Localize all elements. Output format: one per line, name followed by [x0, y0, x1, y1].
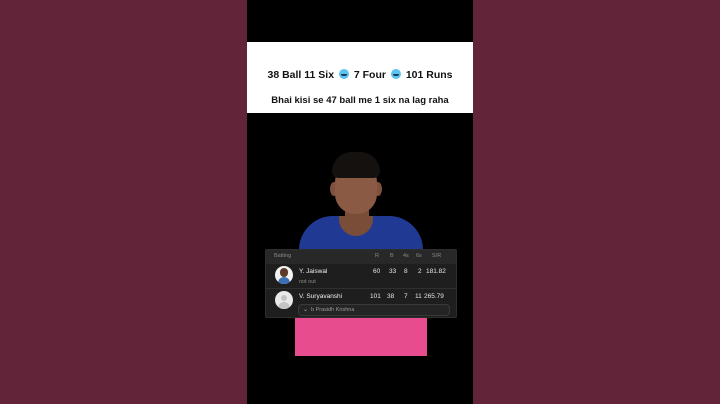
batter-runs: 60	[373, 268, 381, 275]
header-sixes: 6s	[416, 253, 422, 259]
chevron-down-icon: ⌄	[303, 307, 309, 313]
caption-fours: 7 Four	[353, 69, 386, 81]
header-batting: Batting	[274, 253, 292, 259]
batter-strike-rate: 265.79	[424, 293, 444, 300]
batter-balls: 33	[389, 268, 397, 275]
batter-status: not out	[299, 279, 316, 285]
batter-name: V. Suryavanshi	[299, 293, 343, 300]
batter-fours: 8	[404, 268, 408, 275]
caption-line-1: 38 Ball 11 Six 7 Four 101 Runs	[247, 69, 473, 81]
dismissal-text: b Prasidh Krishna	[311, 306, 355, 313]
header-runs: R	[375, 253, 379, 259]
header-balls: B	[390, 253, 394, 259]
batter-sixes: 2	[418, 268, 422, 275]
batter-balls: 38	[387, 293, 395, 300]
batter-runs: 101	[370, 293, 381, 300]
batter-name: Y. Jaiswal	[299, 268, 328, 275]
caption-runs: 101 Runs	[405, 69, 453, 81]
dismissal-dropdown[interactable]: ⌄ b Prasidh Krishna	[298, 304, 450, 316]
cold-face-emoji-icon	[338, 69, 349, 79]
video-frame: 38 Ball 11 Six 7 Four 101 Runs Bhai kisi…	[247, 0, 473, 404]
avatar-placeholder	[275, 291, 293, 309]
batter-fours: 7	[404, 293, 408, 300]
avatar	[275, 266, 293, 284]
caption-banner: 38 Ball 11 Six 7 Four 101 Runs Bhai kisi…	[247, 42, 473, 113]
batter-sixes: 11	[415, 293, 422, 300]
header-strike-rate: S/R	[432, 253, 442, 259]
batting-scorecard: Batting R B 4s 6s S/R Y. Jaiswal not out…	[265, 249, 457, 318]
right-backdrop	[473, 0, 720, 404]
row-divider	[266, 288, 456, 289]
caption-line-2: Bhai kisi se 47 ball me 1 six na lag rah…	[271, 95, 449, 106]
cold-face-emoji-icon	[390, 69, 401, 79]
caption-balls-sixes: 38 Ball 11 Six	[267, 69, 335, 81]
batter-strike-rate: 181.82	[426, 268, 446, 275]
scorecard-header: Batting R B 4s 6s S/R	[266, 250, 456, 264]
left-backdrop	[0, 0, 247, 404]
player-hair	[332, 152, 380, 178]
header-fours: 4s	[403, 253, 409, 259]
